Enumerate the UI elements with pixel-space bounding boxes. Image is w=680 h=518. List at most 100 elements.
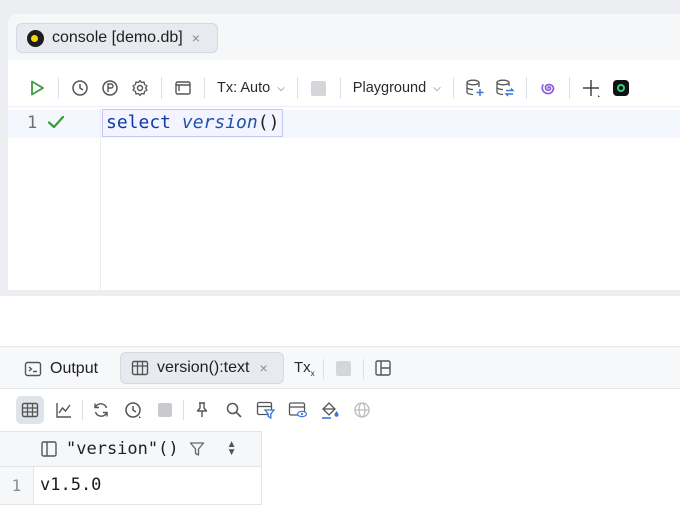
column-icon	[41, 441, 57, 457]
database-arrows-icon	[496, 79, 515, 97]
table-row[interactable]: 1 v1.5.0	[0, 467, 262, 505]
layout-icon[interactable]	[374, 359, 392, 377]
line-number: 1	[27, 113, 38, 133]
plugin-logo-icon	[612, 80, 629, 96]
filter-button[interactable]	[250, 396, 282, 424]
pin-icon	[196, 402, 208, 417]
spiral-icon	[541, 83, 554, 95]
sort-icon[interactable]: ▲ ▼	[227, 440, 237, 458]
refresh-icon	[94, 403, 108, 417]
toolbar-divider	[323, 359, 324, 379]
play-icon	[31, 80, 44, 96]
toolbar-border	[8, 106, 680, 107]
toolbar-divider	[339, 77, 341, 99]
toolbar-divider	[568, 77, 570, 99]
terminal-icon	[24, 360, 42, 378]
plus-icon	[582, 80, 600, 97]
database-plus-icon	[466, 79, 484, 96]
format-button[interactable]	[314, 396, 346, 424]
close-tab-icon[interactable]: ×	[192, 30, 200, 46]
toolbar-divider	[363, 359, 364, 379]
table-filter-icon	[256, 401, 276, 420]
editor-toolbar: Tx: Auto ⌵ Playground ⌵	[8, 68, 680, 108]
table-eye-icon	[288, 402, 308, 418]
tab-result[interactable]: version():text ×	[120, 352, 284, 384]
gutter-border	[100, 108, 101, 290]
playground-dropdown[interactable]: Playground ⌵	[347, 74, 447, 102]
stop-button[interactable]	[304, 74, 334, 102]
results-toolbar	[0, 391, 680, 429]
tx-sub: x	[310, 369, 315, 378]
tab-output-label: Output	[50, 360, 99, 377]
row-number: 1	[0, 467, 34, 504]
run-button[interactable]	[22, 74, 52, 102]
results-panel: Output version():text × Txx "version"() …	[0, 346, 680, 518]
sql-statement[interactable]: select version()	[102, 109, 284, 137]
clock-icon	[125, 402, 141, 418]
gear-icon	[132, 79, 148, 97]
parameters-button[interactable]	[95, 74, 125, 102]
editor-tab-bar: console [demo.db] ×	[8, 14, 680, 60]
plugin-button[interactable]	[606, 74, 636, 102]
sql-function: version	[181, 112, 258, 133]
table-view-button[interactable]	[16, 396, 44, 424]
toolbar-divider	[452, 77, 454, 99]
chevron-down-icon: ⌵	[433, 82, 441, 94]
sql-keyword: select	[106, 112, 172, 133]
history-button[interactable]	[65, 74, 95, 102]
table-icon	[131, 359, 149, 377]
chart-view-button[interactable]	[48, 396, 80, 424]
layout-button[interactable]	[168, 74, 198, 102]
tab-output[interactable]: Output	[16, 355, 106, 383]
sql-parens: ()	[257, 112, 280, 133]
ai-assistant-button[interactable]	[533, 74, 563, 102]
database-add-button[interactable]	[460, 74, 490, 102]
p-circle-icon	[102, 80, 118, 96]
toolbar-divider	[183, 400, 184, 420]
results-tab-bar: Output version():text × Txx	[0, 347, 680, 389]
pin-button[interactable]	[186, 396, 218, 424]
toolbar-divider	[82, 400, 83, 420]
database-sync-button[interactable]	[490, 74, 520, 102]
settings-button[interactable]	[125, 74, 155, 102]
chevron-down-icon: ⌵	[277, 82, 285, 94]
tx-label: Tx	[294, 359, 311, 376]
globe-icon	[354, 402, 370, 418]
toolbar-divider	[161, 77, 162, 99]
playground-label: Playground	[352, 80, 427, 96]
table-icon	[21, 402, 39, 418]
refresh-button[interactable]	[85, 396, 117, 424]
column-header[interactable]: "version"() ▲ ▼	[40, 439, 237, 459]
search-button[interactable]	[218, 396, 250, 424]
layout-icon	[175, 81, 191, 95]
close-tab-icon[interactable]: ×	[259, 360, 267, 376]
tx-mode-label: Tx: Auto	[217, 80, 271, 96]
stop-icon	[158, 403, 172, 417]
console-tab-label: console [demo.db]	[52, 29, 183, 46]
column-header-row: "version"() ▲ ▼	[0, 431, 262, 467]
clock-icon	[72, 80, 88, 96]
auto-refresh-button[interactable]	[117, 396, 149, 424]
line-chart-icon	[56, 403, 71, 418]
duckdb-icon	[27, 29, 44, 47]
view-rows-button[interactable]	[282, 396, 314, 424]
filter-icon[interactable]	[189, 441, 205, 457]
console-tab[interactable]: console [demo.db] ×	[16, 23, 218, 53]
add-button[interactable]	[576, 74, 606, 102]
table-cell[interactable]: v1.5.0	[40, 467, 101, 504]
checkmark-icon	[47, 115, 65, 129]
toolbar-divider	[525, 77, 527, 99]
toolbar-divider	[204, 77, 205, 99]
panel-splitter[interactable]	[0, 296, 680, 346]
editor-panel: console [demo.db] × Tx: Auto ⌵ Playgroun…	[8, 14, 680, 290]
tx-mode-dropdown[interactable]: Tx: Auto ⌵	[211, 74, 291, 102]
tab-result-label: version():text	[157, 359, 250, 376]
transaction-button[interactable]: Txx	[294, 359, 315, 378]
cancel-button[interactable]	[149, 396, 181, 424]
toolbar-divider	[58, 77, 59, 99]
column-name: "version"()	[66, 439, 179, 459]
stop-icon[interactable]	[336, 361, 351, 376]
stop-icon	[311, 80, 327, 96]
search-icon	[226, 402, 242, 418]
globe-button[interactable]	[346, 396, 378, 424]
